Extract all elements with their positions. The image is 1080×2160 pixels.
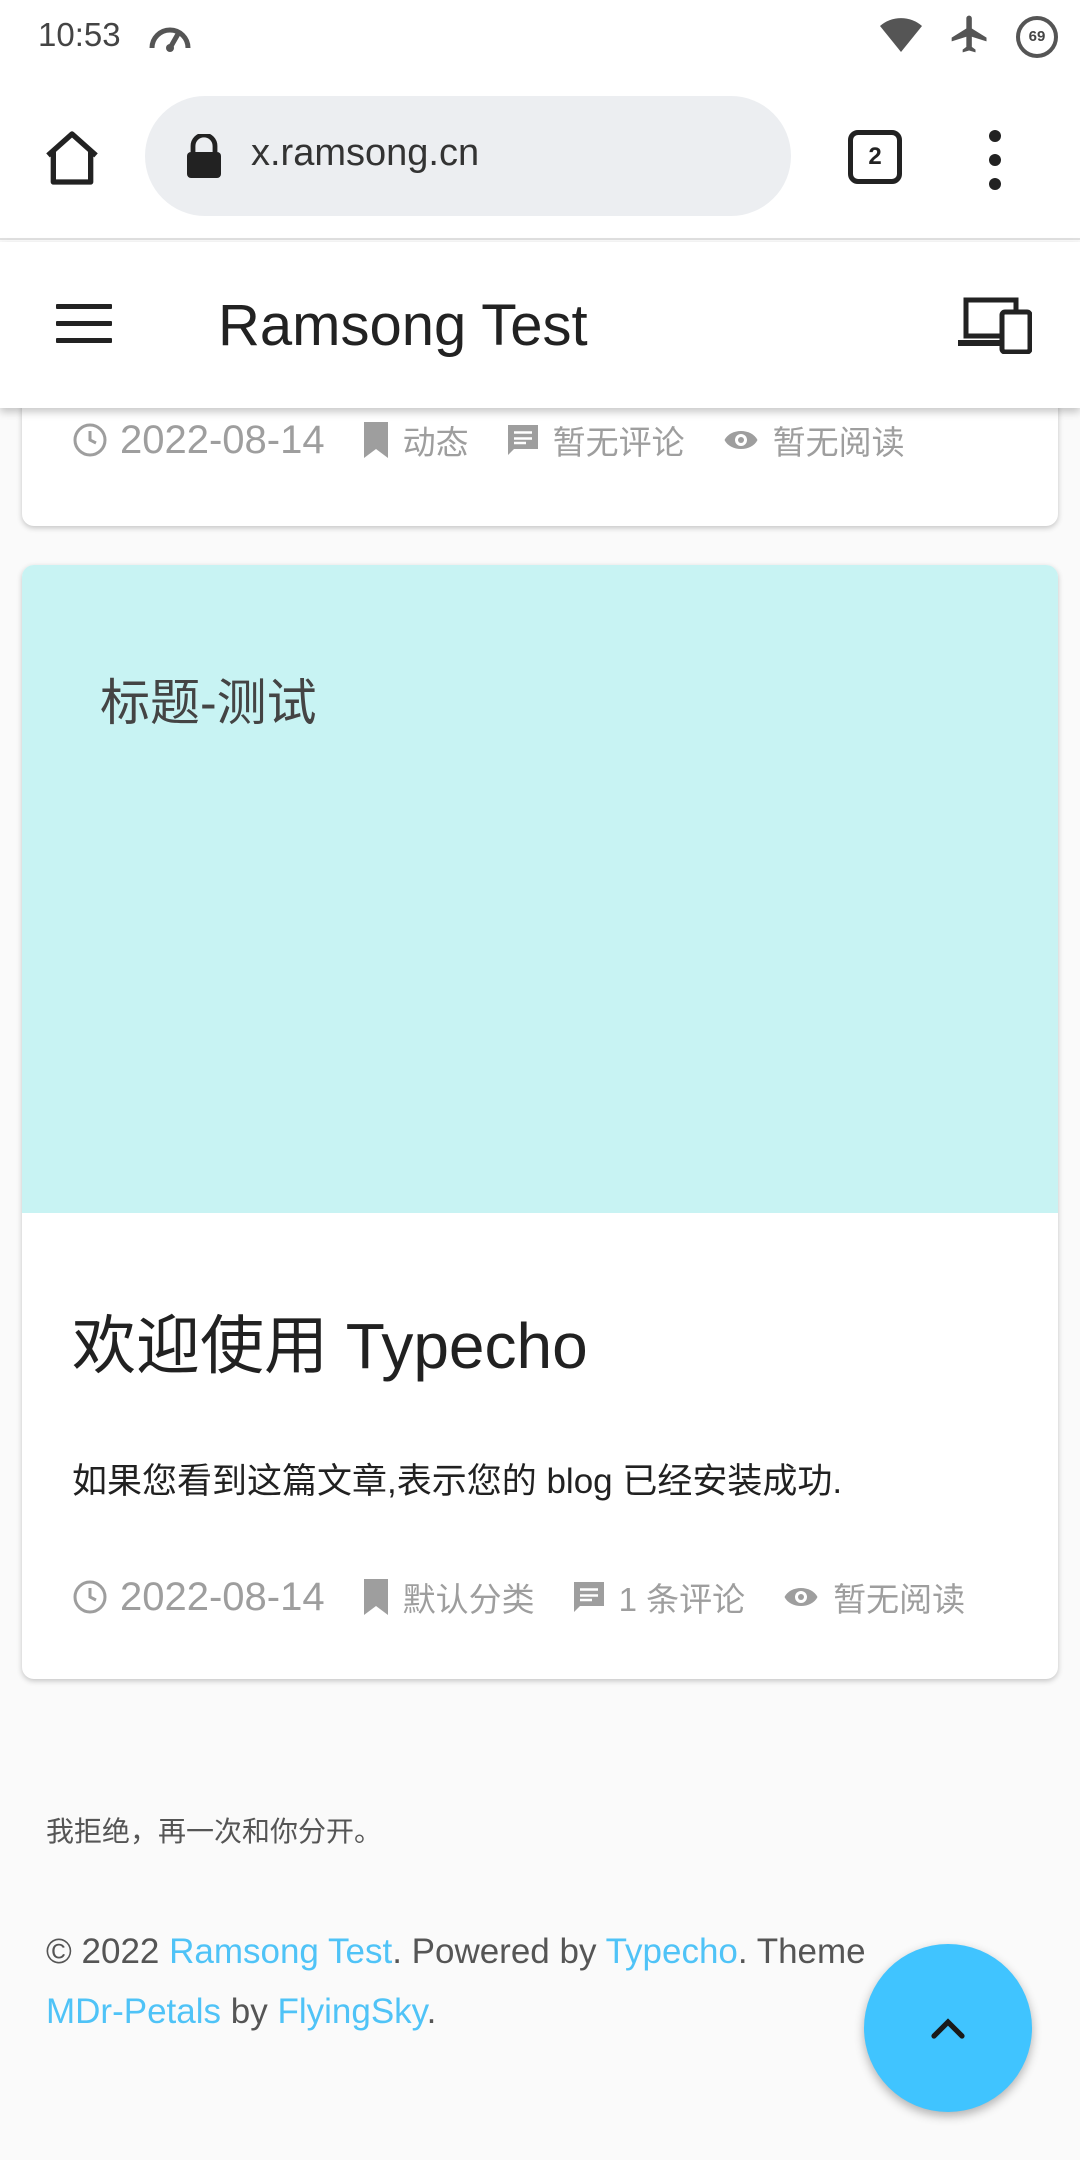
cover-title: 标题-测试 (100, 675, 317, 731)
airplane-icon (948, 12, 992, 61)
browser-toolbar: x.ramsong.cn 2 (0, 72, 1080, 240)
post-meta: 2022-08-14 动态 暂无评论 暂无阅读 (72, 416, 941, 464)
battery-icon: 69 (1016, 15, 1058, 58)
post-meta: 2022-08-14 默认分类 1 条评论 暂无阅读 (72, 1573, 1001, 1621)
eye-icon (784, 1588, 818, 1606)
wifi-icon (878, 14, 924, 59)
copyright-prefix: © 2022 (46, 1932, 170, 1971)
powered-by-text: . Powered by (392, 1932, 606, 1971)
url-bar[interactable]: x.ramsong.cn (145, 96, 791, 216)
by-text: by (221, 1992, 278, 2031)
theme-text: . Theme (737, 1932, 866, 1971)
more-vert-icon[interactable] (980, 130, 1010, 190)
home-icon[interactable] (40, 126, 104, 190)
post-category[interactable]: 动态 (403, 416, 469, 464)
lock-icon (187, 132, 221, 183)
signal-speed-icon (148, 18, 192, 59)
site-title[interactable]: Ramsong Test (218, 292, 588, 359)
end-text: . (426, 1992, 437, 2031)
typecho-link[interactable]: Typecho (606, 1932, 738, 1971)
bookmark-icon (363, 1579, 388, 1615)
clock-icon (73, 423, 107, 457)
post-date: 2022-08-14 (120, 417, 325, 462)
app-bar: Ramsong Test (0, 242, 1080, 408)
clock-icon (73, 1580, 107, 1614)
post-excerpt: 如果您看到这篇文章,表示您的 blog 已经安装成功. (72, 1462, 843, 1501)
post-title[interactable]: 欢迎使用 Typecho (72, 1295, 588, 1387)
post-views: 暂无阅读 (772, 424, 905, 461)
bookmark-icon (363, 422, 388, 458)
site-link[interactable]: Ramsong Test (169, 1932, 392, 1971)
chevron-up-icon (931, 2018, 965, 2039)
post-cover[interactable]: 标题-测试 (22, 565, 1058, 1213)
post-card[interactable]: 标题-测试 欢迎使用 Typecho 如果您看到这篇文章,表示您的 blog 已… (22, 565, 1058, 1679)
status-bar: 10:53 69 (0, 0, 1080, 72)
footer-quote: 我拒绝，再一次和你分开。 (46, 1816, 383, 1847)
post-comments[interactable]: 1 条评论 (619, 1573, 746, 1621)
footer-copyright: © 2022 Ramsong Test. Powered by Typecho.… (46, 1922, 906, 2042)
comment-icon (573, 1582, 604, 1612)
post-views: 暂无阅读 (833, 1581, 966, 1618)
tabs-button[interactable]: 2 (848, 130, 902, 184)
back-to-top-button[interactable] (864, 1944, 1032, 2112)
eye-icon (724, 431, 758, 449)
comment-icon (507, 425, 538, 455)
post-category[interactable]: 默认分类 (403, 1573, 535, 1621)
status-time: 10:53 (38, 16, 121, 53)
author-link[interactable]: FlyingSky (277, 1992, 426, 2031)
devices-icon[interactable] (958, 296, 1033, 359)
menu-icon[interactable] (56, 304, 112, 346)
theme-link[interactable]: MDr-Petals (46, 1992, 221, 2031)
post-comments[interactable]: 暂无评论 (553, 416, 685, 464)
post-date: 2022-08-14 (120, 1574, 325, 1619)
url-text: x.ramsong.cn (251, 132, 480, 174)
